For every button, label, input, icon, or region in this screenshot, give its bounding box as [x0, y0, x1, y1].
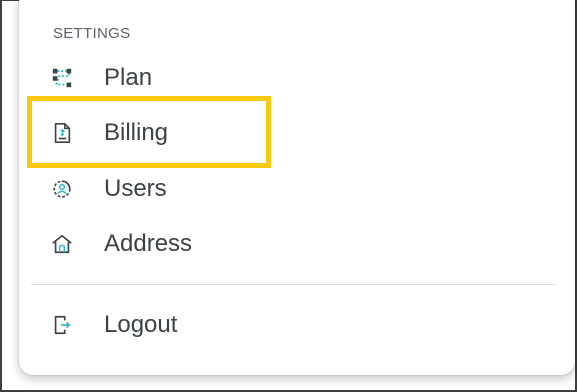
menu-item-billing[interactable]: Billing [50, 113, 168, 153]
menu-item-users-label: Users [104, 175, 167, 202]
settings-section-heading: SETTINGS [53, 25, 131, 42]
logout-icon [50, 313, 74, 337]
billing-icon [50, 121, 74, 145]
menu-item-address[interactable]: Address [50, 224, 192, 264]
menu-item-billing-label: Billing [104, 119, 169, 146]
menu-item-address-label: Address [104, 230, 193, 257]
menu-item-plan[interactable]: Plan [50, 58, 152, 98]
menu-item-plan-label: Plan [104, 64, 153, 91]
menu-divider [31, 284, 555, 285]
users-icon [50, 177, 74, 201]
menu-item-logout-label: Logout [104, 311, 178, 338]
plan-icon [50, 66, 74, 90]
menu-item-logout[interactable]: Logout [50, 305, 177, 345]
menu-item-users[interactable]: Users [50, 169, 167, 209]
address-icon [50, 232, 74, 256]
